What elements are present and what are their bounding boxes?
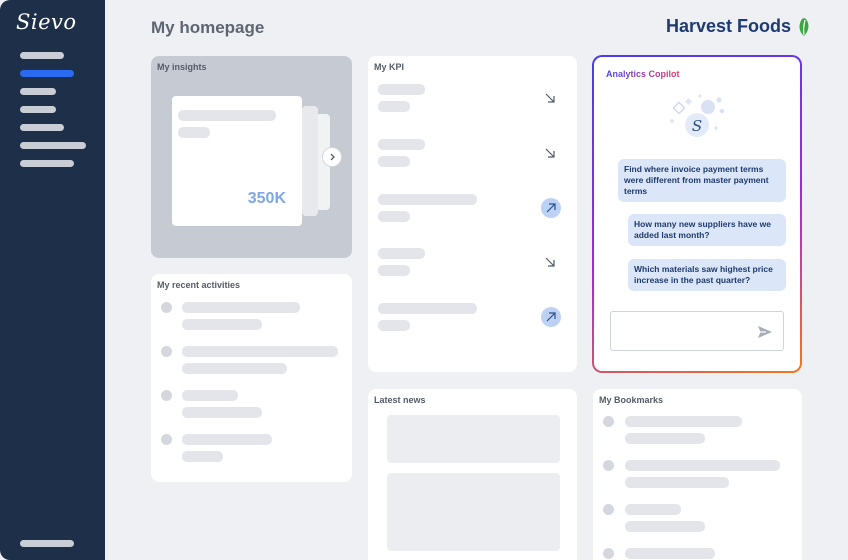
sidebar-item-7[interactable] — [20, 160, 74, 167]
chevron-right-icon — [330, 153, 335, 161]
kpi-row-2-label — [378, 139, 425, 150]
insight-subtitle-placeholder — [178, 127, 210, 138]
sievo-logo[interactable]: Sievo — [16, 10, 77, 34]
kpi-row-3-value — [378, 211, 410, 222]
suggestion-bubble-2[interactable]: How many new suppliers have we added las… — [628, 214, 786, 246]
arrow-up-right-icon[interactable] — [541, 307, 561, 327]
sidebar-item-2[interactable] — [20, 70, 74, 77]
bookmark-3-sub — [625, 521, 705, 532]
copilot-avatar-icon: S — [670, 94, 725, 137]
leaf-icon — [799, 17, 809, 36]
kpi-row-5-label — [378, 303, 477, 314]
news-title: Latest news — [374, 395, 426, 405]
activity-2-sub — [182, 363, 287, 374]
activity-2-title[interactable] — [182, 346, 338, 357]
kpi-title: My KPI — [374, 62, 405, 72]
sidebar-item-1[interactable] — [20, 52, 64, 59]
kpi-row-4-value — [378, 265, 410, 276]
activity-3-title[interactable] — [182, 390, 238, 401]
kpi-row-3-label — [378, 194, 477, 205]
bookmark-1-sub — [625, 433, 705, 444]
svg-text:S: S — [692, 117, 702, 135]
activity-1-sub — [182, 319, 262, 330]
app-frame: Sievo My homepage Harvest Foods My insig… — [0, 0, 848, 560]
bookmark-2-title[interactable] — [625, 460, 780, 471]
insight-next-button[interactable] — [322, 147, 342, 167]
bookmark-bullet — [603, 460, 614, 471]
kpi-row-1-value — [378, 101, 410, 112]
arrow-down-right-icon[interactable] — [540, 252, 560, 272]
kpi-row-5-value — [378, 320, 410, 331]
kpi-card: My KPI — [368, 56, 577, 372]
bookmark-2-sub — [625, 477, 729, 488]
arrow-down-right-icon[interactable] — [540, 88, 560, 108]
bookmark-3-title[interactable] — [625, 504, 681, 515]
activity-4-title[interactable] — [182, 434, 272, 445]
arrow-down-right-icon[interactable] — [540, 143, 560, 163]
bookmarks-title: My Bookmarks — [599, 395, 664, 405]
activity-bullet — [161, 346, 172, 357]
news-item-2[interactable] — [387, 473, 560, 551]
kpi-row-4-label — [378, 248, 425, 259]
sidebar-item-3[interactable] — [20, 88, 56, 95]
activity-bullet — [161, 434, 172, 445]
sidebar: Sievo — [0, 0, 105, 560]
insight-value: 350K — [247, 190, 286, 207]
activity-bullet — [161, 302, 172, 313]
page-title: My homepage — [151, 18, 265, 37]
brand-name: Harvest Foods — [666, 16, 792, 36]
bookmark-1-title[interactable] — [625, 416, 742, 427]
arrow-up-right-icon[interactable] — [541, 198, 561, 218]
news-item-1[interactable] — [387, 415, 560, 463]
activity-bullet — [161, 390, 172, 401]
copilot-title: Analytics Copilot — [606, 69, 680, 79]
bookmark-bullet — [603, 416, 614, 427]
bookmark-bullet — [603, 504, 614, 515]
activity-4-sub — [182, 451, 223, 462]
copilot-chat-input[interactable] — [610, 311, 784, 351]
sidebar-item-6[interactable] — [20, 142, 86, 149]
news-card: Latest news — [368, 389, 577, 560]
bookmarks-card: My Bookmarks — [593, 389, 802, 560]
copilot-card: Analytics Copilot S Find where invoice p… — [592, 55, 802, 373]
sidebar-item-5[interactable] — [20, 124, 64, 131]
activity-3-sub — [182, 407, 262, 418]
send-icon[interactable] — [756, 323, 774, 341]
activities-title: My recent activities — [157, 280, 241, 290]
suggestion-bubble-1[interactable]: Find where invoice payment terms were di… — [618, 159, 786, 202]
kpi-row-1-label — [378, 84, 425, 95]
brand-logo: Harvest Foods — [666, 16, 811, 37]
copilot-panel: Analytics Copilot S Find where invoice p… — [594, 57, 800, 371]
sidebar-item-4[interactable] — [20, 106, 56, 113]
bookmark-bullet — [603, 548, 614, 559]
suggestion-bubble-3[interactable]: Which materials saw highest price increa… — [628, 259, 786, 291]
activity-1-title[interactable] — [182, 302, 300, 313]
kpi-row-2-value — [378, 156, 410, 167]
activities-card: My recent activities — [151, 274, 352, 482]
insight-tile[interactable]: 350K — [172, 96, 302, 226]
insight-stack-middle — [302, 106, 318, 216]
bookmark-4-title[interactable] — [625, 548, 715, 559]
insights-title: My insights — [157, 62, 207, 72]
sidebar-item-settings[interactable] — [20, 540, 74, 547]
insight-title-placeholder — [178, 110, 276, 121]
